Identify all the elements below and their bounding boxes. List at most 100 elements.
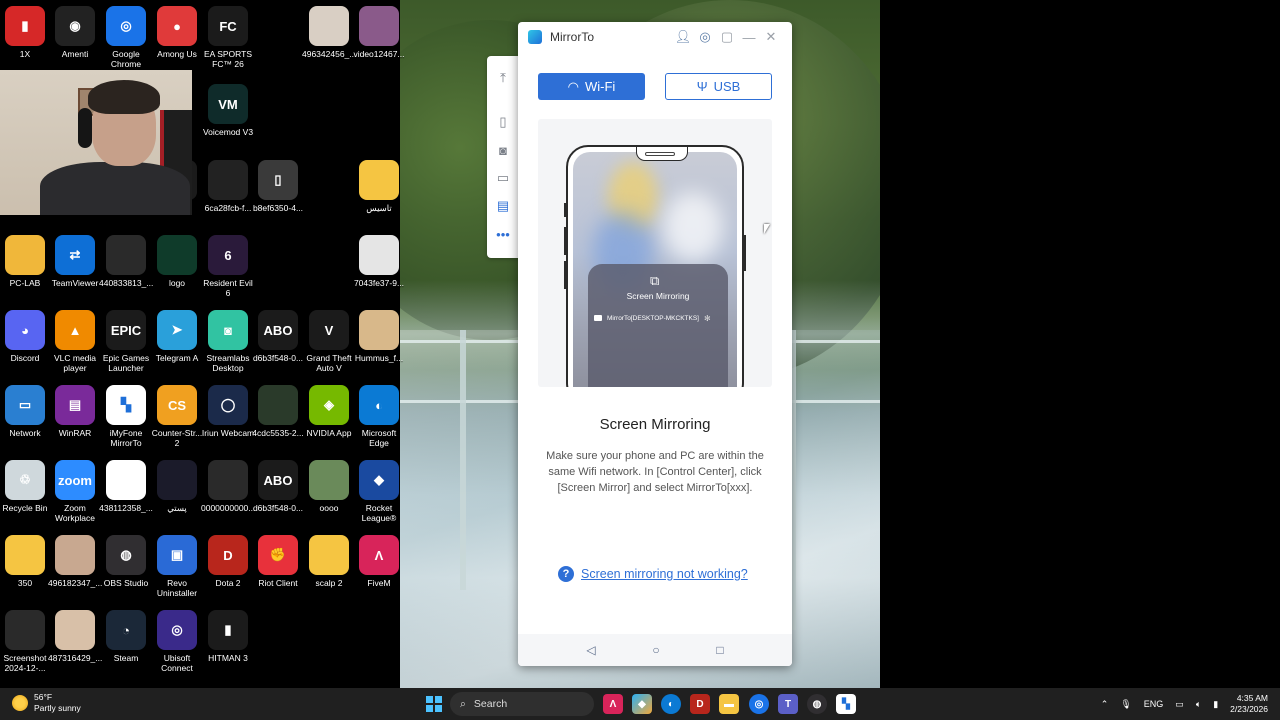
desktop-icon[interactable]: ◕ Discord (0, 310, 52, 363)
desktop-icon[interactable]: CS Counter-Str... 2 (150, 385, 204, 448)
display-icon[interactable]: ▭ (1175, 699, 1184, 710)
language-indicator[interactable]: ENG (1144, 699, 1164, 709)
desktop-icon[interactable]: ◆ Rocket League® (352, 460, 406, 523)
desktop-icon-label: Screenshot 2024-12-... (3, 653, 47, 673)
desktop-icon[interactable]: Screenshot 2024-12-... (0, 610, 52, 673)
desktop-icon-image: ▲ (55, 310, 95, 350)
desktop-icon[interactable]: D Dota 2 (201, 535, 255, 588)
cast-icon[interactable]: ▤ (487, 192, 519, 220)
microphone-icon[interactable]: 🎙︎ (1120, 699, 1131, 710)
screenshot-icon[interactable]: ◙ (487, 136, 519, 164)
desktop-icon[interactable]: 6ca28fcb-f... (201, 160, 255, 213)
teams-taskbar-icon[interactable]: T (778, 694, 798, 714)
desktop-icon[interactable]: ● Among Us (150, 6, 204, 59)
desktop-icon[interactable]: ABO d6b3f548-0... (251, 460, 305, 513)
desktop-icon[interactable]: ▣ Revo Uninstaller (150, 535, 204, 598)
record-icon[interactable]: ▭ (487, 164, 519, 192)
desktop-icon[interactable]: پستي (150, 460, 204, 513)
phone-mockup: ⧉ Screen Mirroring MirrorTo[DESKTOP-MKCK… (564, 145, 746, 387)
desktop-icon[interactable]: 350 (0, 535, 52, 588)
desktop-icon[interactable]: 487316429_... (48, 610, 102, 663)
desktop-icon[interactable]: Λ FiveM (352, 535, 406, 588)
desktop-icon[interactable]: 496182347_... (48, 535, 102, 588)
desktop-icon[interactable]: ◍ OBS Studio (99, 535, 153, 588)
desktop-icon[interactable]: 438112358_... (99, 460, 153, 513)
mirroring-not-working-link[interactable]: Screen mirroring not working? (581, 567, 748, 581)
usb-button[interactable]: Ψ USB (665, 73, 772, 100)
edge-taskbar-icon[interactable]: ◐ (661, 694, 681, 714)
desktop-icon[interactable]: zoom Zoom Workplace (48, 460, 102, 523)
weather-widget[interactable]: 56°F Partly sunny (12, 692, 81, 714)
dota-taskbar-icon[interactable]: D (690, 694, 710, 714)
recents-icon[interactable]: □ (716, 643, 723, 657)
mirrorto-taskbar-icon[interactable]: ▚ (836, 694, 856, 714)
desktop-icon[interactable]: 7043fe37-9... (352, 235, 406, 288)
desktop-icon-label: Dota 2 (215, 578, 241, 588)
desktop-icon[interactable]: oooo (302, 460, 356, 513)
desktop-icon[interactable]: VM Voicemod V3 (201, 84, 255, 137)
desktop-icon-label: Resident Evil 6 (203, 278, 253, 298)
more-icon[interactable]: ••• (487, 220, 519, 248)
desktop-icon[interactable]: Hummus_f... (352, 310, 406, 363)
volume-icon[interactable]: 🔈︎ (1196, 699, 1201, 710)
desktop-icon[interactable]: ◯ Iriun Webcam (201, 385, 255, 438)
file-explorer-taskbar-icon[interactable]: ▬ (719, 694, 739, 714)
desktop-icon-label: Iriun Webcam (201, 428, 255, 438)
home-icon[interactable]: ○ (652, 643, 659, 657)
close-button[interactable]: ✕ (760, 26, 782, 48)
desktop-icon[interactable]: ◐ Microsoft Edge (352, 385, 406, 448)
desktop-icon[interactable]: V Grand Theft Auto V (302, 310, 356, 373)
desktop-icon[interactable]: ◎ Ubisoft Connect (150, 610, 204, 673)
desktop-icon[interactable]: ◔ Steam (99, 610, 153, 663)
desktop-icon[interactable]: تاسيس (352, 160, 406, 213)
wifi-button[interactable]: ◠ Wi-Fi (538, 73, 645, 100)
desktop-icon[interactable]: ✊ Riot Client (251, 535, 305, 588)
desktop-icon[interactable]: 4cdc5535-2... (251, 385, 305, 438)
back-icon[interactable]: ◁ (586, 643, 595, 657)
desktop-icon[interactable]: ABO d6b3f548-0... (251, 310, 305, 363)
help-link-row[interactable]: ? Screen mirroring not working? (558, 566, 758, 582)
taskbar-search[interactable]: ⌕ Search (450, 692, 594, 716)
desktop-icon[interactable]: scalp 2 (302, 535, 356, 588)
collapse-icon[interactable]: ⤒ (487, 64, 519, 92)
desktop-icon[interactable]: ♲ Recycle Bin (0, 460, 52, 513)
desktop-icon[interactable]: ▮ HITMAN 3 (201, 610, 255, 663)
desktop-icon[interactable]: ▚ iMyFone MirrorTo (99, 385, 153, 448)
desktop-icon-label: Hummus_f... (354, 353, 404, 363)
desktop-icon[interactable]: ▮ 1X (0, 6, 52, 59)
chrome-taskbar-icon[interactable]: ◎ (749, 694, 769, 714)
account-icon[interactable]: 👤︎ (672, 26, 694, 48)
clock[interactable]: 4:35 AM 2/23/2026 (1230, 693, 1268, 715)
desktop-icon[interactable]: 0000000000... (201, 460, 255, 513)
desktop-icon[interactable]: ◉ Amenti (48, 6, 102, 59)
desktop-icon[interactable]: 6 Resident Evil 6 (201, 235, 255, 298)
desktop-icon[interactable]: video12467... (352, 6, 406, 59)
start-button[interactable] (426, 696, 442, 712)
desktop-icon[interactable]: EPIC Epic Games Launcher (99, 310, 153, 373)
desktop-icon[interactable]: ▲ VLC media player (48, 310, 102, 373)
desktop-icon[interactable]: ▯ b8ef6350-4... (251, 160, 305, 213)
settings-icon[interactable]: ◎ (694, 26, 716, 48)
battery-icon[interactable]: ▮ (1213, 699, 1218, 710)
desktop-icon[interactable]: FC EA SPORTS FC™ 26 (201, 6, 255, 69)
desktop-icon[interactable]: ◈ NVIDIA App (302, 385, 356, 438)
desktop-icon[interactable]: ◎ Google Chrome (99, 6, 153, 69)
loading-icon: ✻ (703, 313, 711, 323)
desktop-icon[interactable]: ▭ Network (0, 385, 52, 438)
desktop-icon[interactable]: ▤ WinRAR (48, 385, 102, 438)
desktop-icon[interactable]: logo (150, 235, 204, 288)
desktop-icon[interactable]: 440833813_... (99, 235, 153, 288)
desktop-icon[interactable]: 496342456_... (302, 6, 356, 59)
fivem-taskbar-icon[interactable]: Λ (603, 694, 623, 714)
desktop-icon[interactable]: ◙ Streamlabs Desktop (201, 310, 255, 373)
desktop-icon[interactable]: ⇄ TeamViewer (48, 235, 102, 288)
obs-taskbar-icon[interactable]: ◍ (807, 694, 827, 714)
mouse-icon[interactable]: ▯ (487, 108, 519, 136)
chevron-up-icon[interactable]: ⌃ (1101, 699, 1109, 710)
minimize-button[interactable]: — (738, 26, 760, 48)
copilot-taskbar-icon[interactable]: ◆ (632, 694, 652, 714)
desktop-icon[interactable]: PC-LAB (0, 235, 52, 288)
control-center-mirroring-popup: ⧉ Screen Mirroring MirrorTo[DESKTOP-MKCK… (588, 264, 728, 387)
fullscreen-icon[interactable]: ▢ (716, 26, 738, 48)
desktop-icon[interactable]: ➤ Telegram A (150, 310, 204, 363)
